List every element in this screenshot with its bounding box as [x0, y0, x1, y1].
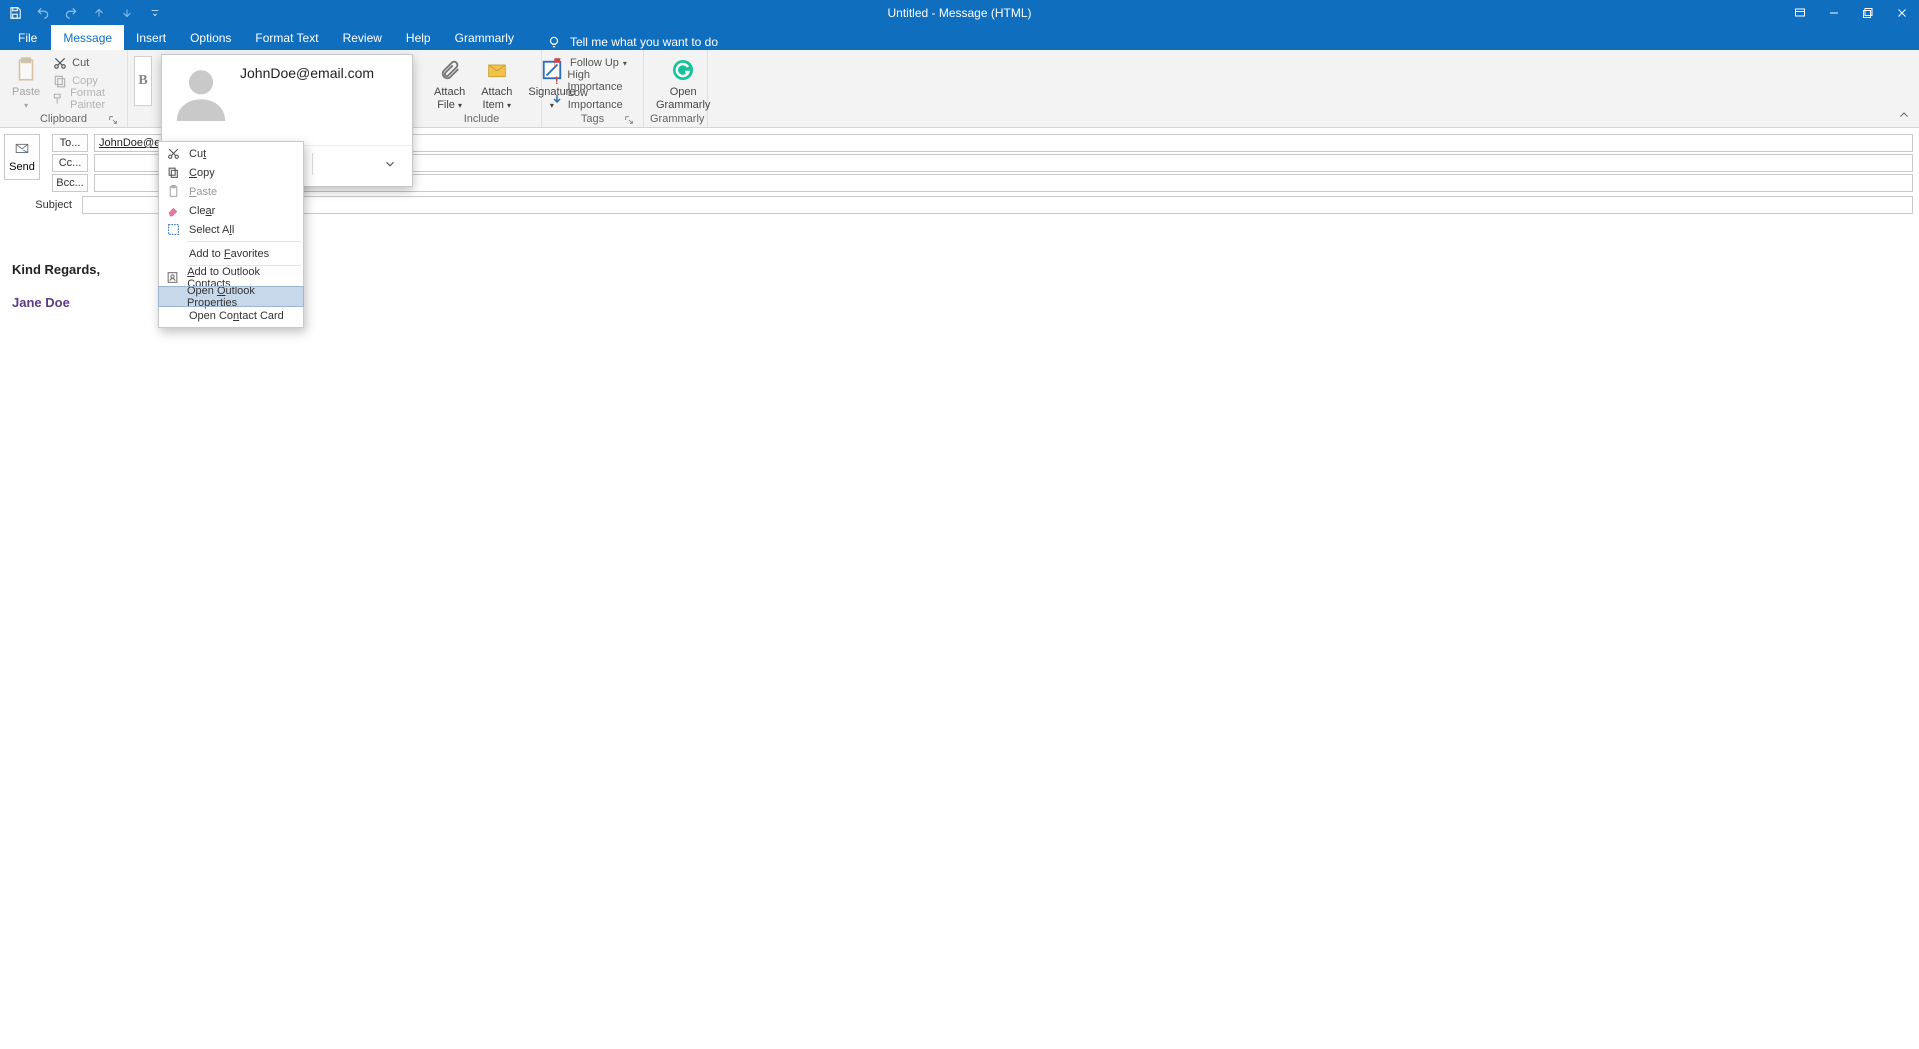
attach-item-button[interactable]: AttachItem ▾ — [475, 52, 518, 112]
cm-paste: Paste — [159, 182, 303, 201]
select-all-icon — [165, 222, 181, 238]
maximize-icon[interactable] — [1851, 0, 1885, 25]
cm-select-all[interactable]: Select All — [159, 220, 303, 239]
send-label: Send — [9, 161, 35, 173]
bcc-button[interactable]: Bcc... — [52, 174, 88, 192]
attach-item-icon — [483, 56, 511, 84]
arrow-down-icon[interactable] — [118, 4, 136, 22]
ribbon-display-options-icon[interactable] — [1783, 0, 1817, 25]
cm-open-properties[interactable]: Open Outlook Properties — [159, 287, 303, 306]
cm-select-all-label: Select All — [189, 224, 234, 236]
include-group-label: Include — [464, 113, 499, 125]
tags-group-label: Tags — [581, 113, 604, 125]
contact-name: JohnDoe@email.com — [240, 63, 374, 121]
cm-copy-label: Copy — [189, 167, 215, 179]
bold-button[interactable]: B — [134, 56, 152, 106]
tab-insert[interactable]: Insert — [124, 25, 178, 50]
context-menu: Cut Copy Paste Clear Select All Add to F… — [158, 141, 304, 328]
redo-icon[interactable] — [62, 4, 80, 22]
quick-access-toolbar — [0, 4, 164, 22]
qat-customize-icon[interactable] — [146, 4, 164, 22]
send-icon — [11, 141, 33, 157]
flag-icon — [550, 55, 566, 71]
attach-file-button[interactable]: AttachFile ▾ — [428, 52, 471, 112]
title-bar: Untitled - Message (HTML) — [0, 0, 1919, 25]
format-painter-icon — [52, 91, 66, 107]
paste-button[interactable]: Paste▾ — [6, 52, 46, 112]
chevron-down-icon[interactable] — [378, 152, 402, 176]
open-grammarly-label: OpenGrammarly — [656, 86, 710, 111]
separator — [312, 153, 313, 175]
cm-add-favorites[interactable]: Add to Favorites — [159, 244, 303, 263]
send-button[interactable]: Send — [4, 134, 40, 180]
cm-clear[interactable]: Clear — [159, 201, 303, 220]
close-icon[interactable] — [1885, 0, 1919, 25]
format-painter-label: Format Painter — [70, 87, 119, 111]
cut-label: Cut — [72, 57, 89, 69]
clipboard-group-label: Clipboard — [40, 113, 87, 125]
open-grammarly-button[interactable]: OpenGrammarly — [650, 52, 716, 112]
tab-message[interactable]: Message — [51, 25, 124, 50]
minimize-icon[interactable] — [1817, 0, 1851, 25]
grammarly-icon — [669, 56, 697, 84]
collapse-ribbon-icon[interactable] — [1895, 106, 1913, 124]
group-include: AttachFile ▾ AttachItem ▾ Signature▾ Inc… — [422, 50, 542, 127]
tab-options[interactable]: Options — [178, 25, 243, 50]
paperclip-icon — [436, 56, 464, 84]
subject-field[interactable] — [82, 196, 1913, 214]
dialog-launcher-icon[interactable] — [623, 114, 635, 126]
copy-icon — [52, 73, 68, 89]
format-painter-button[interactable]: Format Painter — [50, 90, 121, 108]
subject-label: Subject — [4, 199, 82, 211]
tab-format-text[interactable]: Format Text — [243, 25, 330, 50]
cm-open-properties-label: Open Outlook Properties — [187, 285, 293, 309]
low-importance-label: Low Importance — [568, 87, 635, 111]
group-clipboard: Paste▾ Cut Copy Format Painter Clipboard — [0, 50, 128, 127]
cm-cut-label: Cut — [189, 148, 206, 160]
cm-paste-label: Paste — [189, 186, 217, 198]
low-importance-button[interactable]: Low Importance — [548, 90, 637, 108]
lightbulb-icon — [546, 34, 562, 50]
cm-open-contact-card-label: Open Contact Card — [189, 310, 284, 322]
grammarly-group-label: Grammarly — [650, 113, 704, 125]
eraser-icon — [165, 203, 181, 219]
save-icon[interactable] — [6, 4, 24, 22]
low-importance-icon — [550, 91, 564, 107]
dialog-launcher-icon[interactable] — [107, 114, 119, 126]
follow-up-label: Follow Up — [570, 57, 619, 69]
group-tags: Follow Up ▾ ! High Importance Low Import… — [542, 50, 644, 127]
cm-clear-label: Clear — [189, 205, 215, 217]
undo-icon[interactable] — [34, 4, 52, 22]
tell-me[interactable]: Tell me what you want to do — [546, 34, 718, 50]
to-button[interactable]: To... — [52, 134, 88, 152]
scissors-icon — [52, 55, 68, 71]
cm-add-favorites-label: Add to Favorites — [189, 248, 269, 260]
tab-help[interactable]: Help — [394, 25, 443, 50]
window-controls — [1783, 0, 1919, 25]
avatar-icon — [172, 63, 230, 121]
cm-open-contact-card[interactable]: Open Contact Card — [159, 306, 303, 325]
separator — [187, 241, 301, 242]
paste-label: Paste — [12, 86, 40, 98]
contacts-icon — [165, 270, 179, 286]
cm-cut[interactable]: Cut — [159, 144, 303, 163]
tab-file[interactable]: File — [4, 25, 51, 50]
paste-icon — [165, 184, 181, 200]
group-basic-text: B — [128, 50, 158, 127]
tab-review[interactable]: Review — [331, 25, 394, 50]
copy-label: Copy — [72, 75, 98, 87]
paste-icon — [12, 56, 40, 84]
ribbon-tabs: File Message Insert Options Format Text … — [0, 25, 1919, 50]
tab-grammarly[interactable]: Grammarly — [443, 25, 526, 50]
cc-button[interactable]: Cc... — [52, 154, 88, 172]
high-importance-icon: ! — [550, 73, 563, 89]
window-title: Untitled - Message (HTML) — [887, 6, 1031, 20]
tell-me-label: Tell me what you want to do — [570, 35, 718, 49]
copy-icon — [165, 165, 181, 181]
cm-copy[interactable]: Copy — [159, 163, 303, 182]
cut-button[interactable]: Cut — [50, 54, 121, 72]
scissors-icon — [165, 146, 181, 162]
arrow-up-icon[interactable] — [90, 4, 108, 22]
group-grammarly: OpenGrammarly Grammarly — [644, 50, 708, 127]
